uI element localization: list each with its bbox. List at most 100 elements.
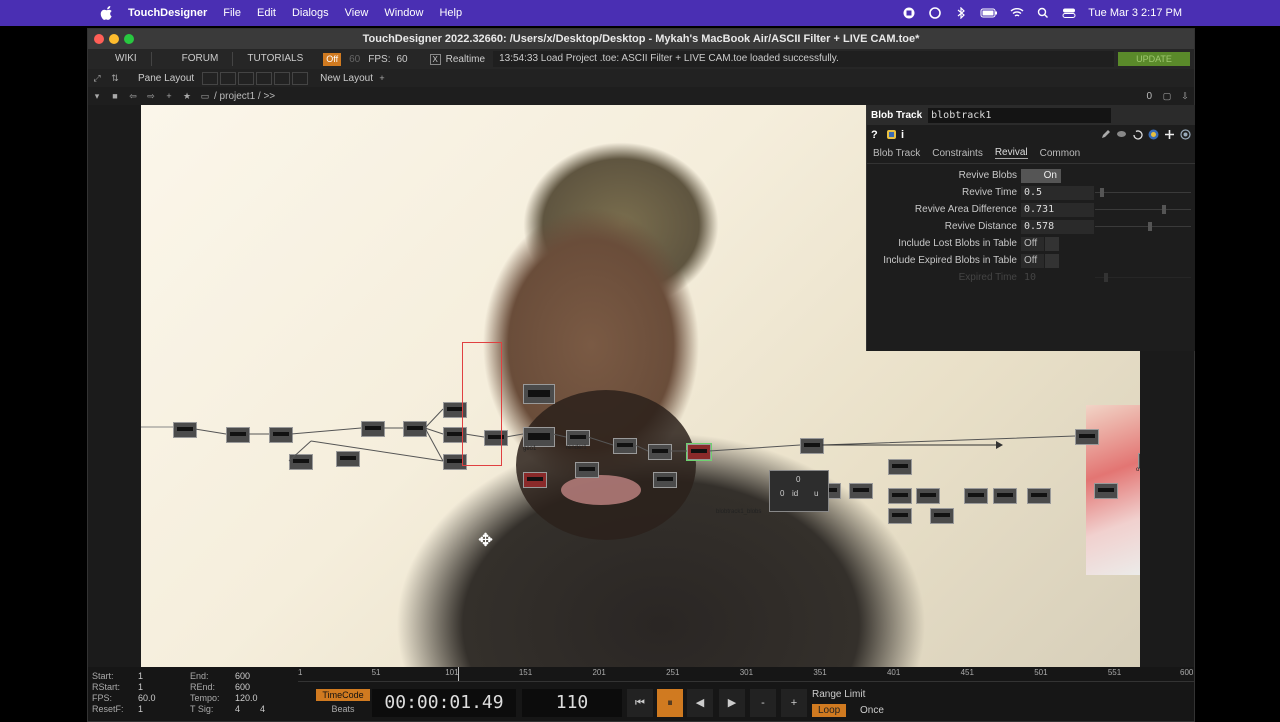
- operator-node[interactable]: [930, 508, 954, 524]
- tab-common[interactable]: Common: [1040, 148, 1081, 159]
- zoom-window-button[interactable]: [124, 34, 134, 44]
- operator-node[interactable]: [566, 430, 590, 446]
- include-expired-blobs-toggle[interactable]: Off: [1021, 254, 1044, 268]
- app-menu[interactable]: TouchDesigner: [128, 7, 207, 19]
- slider-knob[interactable]: [1099, 188, 1104, 197]
- revive-distance-field[interactable]: 0.578: [1021, 220, 1094, 234]
- fps-value[interactable]: 60.0: [138, 693, 156, 703]
- operator-name-field[interactable]: blobtrack1: [928, 107, 1112, 123]
- operator-node[interactable]: [226, 427, 250, 443]
- operator-node[interactable]: [916, 488, 940, 504]
- realtime-checkbox[interactable]: X: [429, 53, 441, 65]
- frame-display[interactable]: 110: [522, 689, 622, 717]
- expand-icon[interactable]: ⤢: [91, 72, 103, 84]
- add-icon[interactable]: +: [163, 90, 175, 102]
- network-path[interactable]: / project1 / >>: [214, 91, 275, 102]
- rstart-value[interactable]: 1: [138, 682, 143, 692]
- creative-cloud-icon[interactable]: [928, 7, 942, 19]
- search-icon[interactable]: [1036, 7, 1050, 19]
- operator-node[interactable]: [888, 508, 912, 524]
- operator-node[interactable]: [403, 421, 427, 437]
- operator-node[interactable]: [888, 459, 912, 475]
- chevron-down-icon[interactable]: ▾: [91, 90, 103, 102]
- control-center-icon[interactable]: [1062, 7, 1076, 19]
- rend-value[interactable]: 600: [235, 682, 250, 692]
- beats-button[interactable]: Beats: [316, 704, 370, 714]
- rewind-button[interactable]: ⏮: [627, 689, 653, 717]
- back-icon[interactable]: ⇦: [127, 90, 139, 102]
- revive-area-difference-slider[interactable]: [1095, 205, 1191, 214]
- revive-area-difference-field[interactable]: 0.731: [1021, 203, 1094, 217]
- layout-slot[interactable]: [238, 71, 255, 85]
- record-icon[interactable]: [902, 7, 916, 19]
- operator-node[interactable]: [888, 488, 912, 504]
- layout-slot[interactable]: [202, 71, 219, 85]
- wiki-button[interactable]: WIKI: [88, 49, 151, 69]
- operator-node[interactable]: [575, 462, 599, 478]
- operator-node[interactable]: [1075, 429, 1099, 445]
- forward-icon[interactable]: ⇨: [145, 90, 157, 102]
- slider-knob[interactable]: [1162, 205, 1167, 214]
- minimize-window-button[interactable]: [109, 34, 119, 44]
- timecode-display[interactable]: 00:00:01.49: [372, 689, 516, 717]
- menu-file[interactable]: File: [223, 7, 241, 19]
- timecode-button[interactable]: TimeCode: [316, 689, 370, 701]
- revive-time-slider[interactable]: [1095, 188, 1191, 197]
- revive-blobs-toggle[interactable]: On: [1021, 169, 1061, 183]
- operator-node[interactable]: [1027, 488, 1051, 504]
- tsig-denominator[interactable]: 4: [260, 704, 265, 714]
- operator-node[interactable]: [964, 488, 988, 504]
- once-button[interactable]: Once: [854, 704, 890, 717]
- revive-distance-slider[interactable]: [1095, 222, 1191, 231]
- menu-edit[interactable]: Edit: [257, 7, 276, 19]
- target-icon[interactable]: [1180, 128, 1191, 140]
- timeline-ruler[interactable]: 1 51 101 151 201 251 301 351 401 451 501 551 600: [298, 667, 1194, 682]
- close-window-button[interactable]: [94, 34, 104, 44]
- operator-node[interactable]: [993, 488, 1017, 504]
- add-layout-icon[interactable]: +: [376, 72, 388, 84]
- add-param-icon[interactable]: [1164, 129, 1175, 140]
- reset-icon[interactable]: [1132, 129, 1143, 140]
- python-help-icon[interactable]: [886, 129, 897, 140]
- operator-node[interactable]: [336, 451, 360, 467]
- blobtrack-node[interactable]: [686, 443, 712, 461]
- layout-slot[interactable]: [220, 71, 237, 85]
- operator-node[interactable]: [648, 444, 672, 460]
- step-plus-button[interactable]: +: [781, 689, 807, 717]
- operator-node[interactable]: [849, 483, 873, 499]
- wifi-icon[interactable]: [1010, 7, 1024, 19]
- menu-window[interactable]: Window: [384, 7, 423, 19]
- forum-button[interactable]: FORUM: [152, 49, 233, 69]
- maximize-pane-icon[interactable]: ▢: [1161, 90, 1173, 102]
- stop-icon[interactable]: ■: [109, 90, 121, 102]
- resetf-value[interactable]: 1: [138, 704, 143, 714]
- blob-table-node[interactable]: 0 0 id u: [769, 470, 829, 512]
- layout-slot[interactable]: [292, 71, 309, 85]
- revive-time-field[interactable]: 0.5: [1021, 186, 1094, 200]
- operator-node[interactable]: [361, 421, 385, 437]
- toggle-box[interactable]: [1045, 254, 1059, 268]
- pause-button[interactable]: ⏸: [657, 689, 683, 717]
- toggle-box[interactable]: [1045, 237, 1059, 251]
- end-value[interactable]: 600: [235, 671, 250, 681]
- operator-node[interactable]: [1094, 483, 1118, 499]
- operator-node[interactable]: [269, 427, 293, 443]
- help-icon[interactable]: ?: [871, 129, 882, 141]
- tempo-value[interactable]: 120.0: [235, 693, 258, 703]
- operator-node[interactable]: [523, 427, 555, 447]
- operator-node[interactable]: [800, 438, 824, 454]
- layout-slot[interactable]: [256, 71, 273, 85]
- update-button[interactable]: UPDATE: [1118, 52, 1190, 66]
- include-lost-blobs-toggle[interactable]: Off: [1021, 237, 1044, 251]
- battery-icon[interactable]: [980, 7, 998, 19]
- operator-node[interactable]: [523, 472, 547, 488]
- python-icon[interactable]: [1148, 129, 1159, 140]
- tab-revival[interactable]: Revival: [994, 147, 1028, 159]
- play-button[interactable]: ▶: [719, 689, 745, 717]
- menubar-clock[interactable]: Tue Mar 3 2:17 PM: [1088, 7, 1182, 19]
- loop-button[interactable]: Loop: [812, 704, 847, 717]
- menu-help[interactable]: Help: [439, 7, 462, 19]
- new-layout-button[interactable]: New Layout: [320, 73, 373, 84]
- comment-icon[interactable]: [1116, 129, 1127, 140]
- pane-menu-icon[interactable]: ⇩: [1179, 90, 1191, 102]
